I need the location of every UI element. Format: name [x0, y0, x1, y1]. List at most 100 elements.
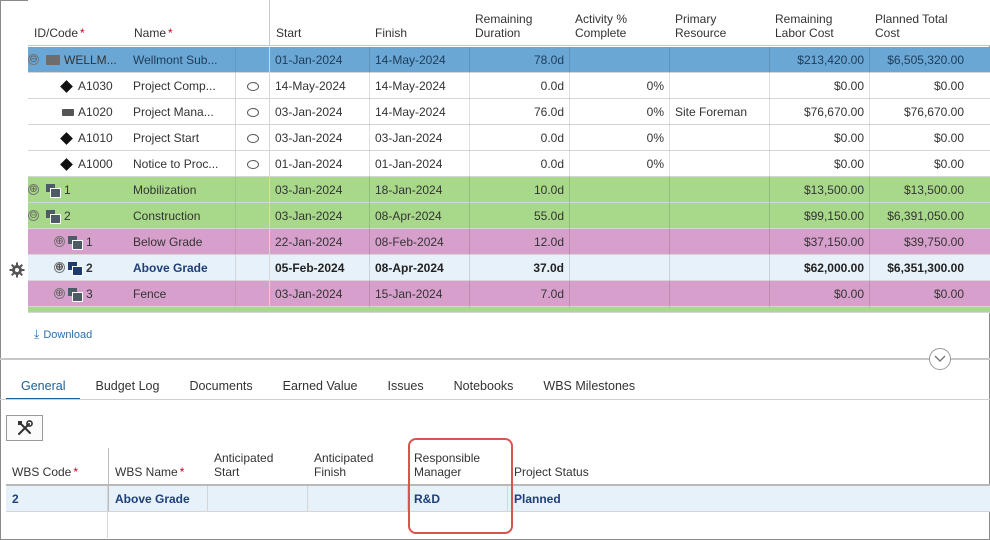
cell-finish[interactable]: 15-Jan-2024 — [369, 281, 469, 307]
table-row[interactable]: A1010 Project Start 03-Jan-2024 03-Jan-2024… — [28, 125, 990, 151]
cell-wbs-name[interactable]: Above Grade — [108, 486, 208, 511]
expand-icon[interactable]: ⊕ — [54, 262, 65, 273]
cell-primary-resource[interactable]: Site Foreman — [669, 99, 769, 125]
cell-finish[interactable]: 18-Jan-2024 — [369, 177, 469, 203]
cell-activity-pct[interactable] — [569, 229, 669, 255]
cell-name[interactable]: Fence — [128, 281, 269, 307]
column-header-anticipated-finish[interactable]: Anticipated Finish — [308, 448, 408, 484]
table-row[interactable]: ⊕ 3 Fence 03-Jan-2024 15-Jan-2024 7.0d $0.00 $0… — [28, 281, 990, 307]
cell-finish[interactable]: 01-Jan-2024 — [369, 151, 469, 177]
cell-finish[interactable]: 14-May-2024 — [369, 47, 469, 73]
cell-primary-resource[interactable] — [669, 151, 769, 177]
cell-id-code[interactable]: ⊖ WELLM... — [28, 47, 128, 73]
tab-earned-value[interactable]: Earned Value — [268, 372, 373, 400]
cell-remaining-duration[interactable]: 0.0d — [469, 73, 569, 99]
panel-splitter[interactable] — [0, 358, 990, 360]
cell-primary-resource[interactable] — [669, 255, 769, 281]
table-row[interactable]: ⊕ 1 Below Grade 22-Jan-2024 08-Feb-2024 12.0d… — [28, 229, 990, 255]
tab-documents[interactable]: Documents — [174, 372, 267, 400]
cell-remaining-duration[interactable]: 55.0d — [469, 203, 569, 229]
cell-finish[interactable]: 14-May-2024 — [369, 73, 469, 99]
cell-remaining-labor-cost[interactable]: $213,420.00 — [769, 47, 869, 73]
cell-name[interactable]: Below Grade — [128, 229, 269, 255]
cell-remaining-labor-cost[interactable]: $0.00 — [769, 281, 869, 307]
cell-start[interactable]: 05-Feb-2024 — [269, 255, 369, 281]
column-header-anticipated-start[interactable]: Anticipated Start — [208, 448, 308, 484]
notes-cell[interactable] — [235, 255, 269, 281]
cell-primary-resource[interactable] — [669, 203, 769, 229]
cell-start[interactable]: 03-Jan-2024 — [269, 125, 369, 151]
column-header-remaining-duration[interactable]: Remaining Duration — [469, 0, 569, 45]
notes-cell[interactable] — [235, 281, 269, 307]
cell-finish[interactable]: 14-May-2024 — [369, 99, 469, 125]
cell-name[interactable]: Mobilization — [128, 177, 269, 203]
cell-activity-pct[interactable] — [569, 281, 669, 307]
cell-remaining-duration[interactable]: 0.0d — [469, 151, 569, 177]
column-header-finish[interactable]: Finish — [369, 0, 469, 45]
cell-name[interactable]: Project Start — [128, 125, 269, 151]
cell-id-code[interactable]: A1010 — [28, 125, 128, 151]
cell-planned-total-cost[interactable]: $0.00 — [869, 281, 969, 307]
comment-bubble-icon[interactable] — [246, 81, 259, 91]
cell-start[interactable]: 03-Jan-2024 — [269, 99, 369, 125]
comment-bubble-icon[interactable] — [246, 107, 259, 117]
cell-planned-total-cost[interactable]: $6,351,300.00 — [869, 255, 969, 281]
customize-columns-button[interactable] — [6, 415, 43, 441]
cell-id-code[interactable]: A1020 — [28, 99, 128, 125]
cell-planned-total-cost[interactable]: $6,505,320.00 — [869, 47, 969, 73]
cell-planned-total-cost[interactable]: $0.00 — [869, 151, 969, 177]
tab-general[interactable]: General — [6, 372, 81, 400]
cell-id-code[interactable]: ⊕ 1 — [28, 177, 128, 203]
cell-remaining-labor-cost[interactable]: $0.00 — [769, 125, 869, 151]
tab-notebooks[interactable]: Notebooks — [439, 372, 529, 400]
cell-remaining-duration[interactable]: 7.0d — [469, 281, 569, 307]
cell-activity-pct[interactable]: 0% — [569, 125, 669, 151]
cell-activity-pct[interactable]: 0% — [569, 73, 669, 99]
tab-wbs-milestones[interactable]: WBS Milestones — [528, 372, 650, 400]
cell-start[interactable]: 03-Jan-2024 — [269, 281, 369, 307]
cell-primary-resource[interactable] — [669, 281, 769, 307]
table-row[interactable]: A1020 Project Mana... 03-Jan-2024 14-May-20… — [28, 99, 990, 125]
cell-activity-pct[interactable] — [569, 255, 669, 281]
cell-finish[interactable]: 08-Apr-2024 — [369, 203, 469, 229]
notes-cell[interactable] — [235, 203, 269, 229]
cell-id-code[interactable]: A1000 — [28, 151, 128, 177]
cell-planned-total-cost[interactable]: $0.00 — [869, 73, 969, 99]
cell-id-code[interactable]: ⊕ 2 — [28, 255, 128, 281]
cell-wbs-code[interactable]: 2 — [6, 486, 108, 511]
column-header-remaining-labor-cost[interactable]: Remaining Labor Cost — [769, 0, 869, 45]
gear-icon[interactable] — [9, 262, 25, 278]
cell-id-code[interactable]: A1030 — [28, 73, 128, 99]
comment-bubble-icon[interactable] — [246, 159, 259, 169]
cell-start[interactable]: 22-Jan-2024 — [269, 229, 369, 255]
collapse-icon[interactable]: ⊖ — [28, 54, 39, 65]
cell-start[interactable]: 01-Jan-2024 — [269, 47, 369, 73]
collapse-panel-button[interactable] — [929, 348, 951, 370]
cell-remaining-labor-cost[interactable]: $0.00 — [769, 151, 869, 177]
cell-name[interactable]: Wellmont Sub... — [128, 47, 269, 73]
column-header-start[interactable]: Start — [269, 0, 369, 45]
cell-remaining-duration[interactable]: 78.0d — [469, 47, 569, 73]
cell-activity-pct[interactable]: 0% — [569, 99, 669, 125]
cell-activity-pct[interactable] — [569, 203, 669, 229]
table-row[interactable]: ⊕ 1 Mobilization 03-Jan-2024 18-Jan-2024 10.0… — [28, 177, 990, 203]
expand-icon[interactable]: ⊕ — [54, 288, 65, 299]
column-header-planned-total-cost[interactable]: Planned Total Cost — [869, 0, 969, 45]
cell-name[interactable]: Above Grade — [128, 255, 269, 281]
notes-cell[interactable] — [235, 177, 269, 203]
table-row[interactable]: A1030 Project Comp... 14-May-2024 14-May-20… — [28, 73, 990, 99]
cell-primary-resource[interactable] — [669, 125, 769, 151]
expand-icon[interactable]: ⊕ — [54, 236, 65, 247]
cell-name[interactable]: Project Comp... — [128, 73, 269, 99]
cell-planned-total-cost[interactable]: $39,750.00 — [869, 229, 969, 255]
notes-cell[interactable] — [235, 47, 269, 73]
cell-planned-total-cost[interactable]: $13,500.00 — [869, 177, 969, 203]
notes-cell[interactable] — [235, 99, 269, 125]
cell-name[interactable]: Project Mana... — [128, 99, 269, 125]
cell-remaining-duration[interactable]: 0.0d — [469, 125, 569, 151]
cell-start[interactable]: 03-Jan-2024 — [269, 177, 369, 203]
table-row[interactable]: A1000 Notice to Proc... 01-Jan-2024 01-Jan-… — [28, 151, 990, 177]
cell-activity-pct[interactable] — [569, 177, 669, 203]
cell-remaining-labor-cost[interactable]: $13,500.00 — [769, 177, 869, 203]
table-row[interactable]: ⊖ 2 Construction 03-Jan-2024 08-Apr-2024 55.0… — [28, 203, 990, 229]
